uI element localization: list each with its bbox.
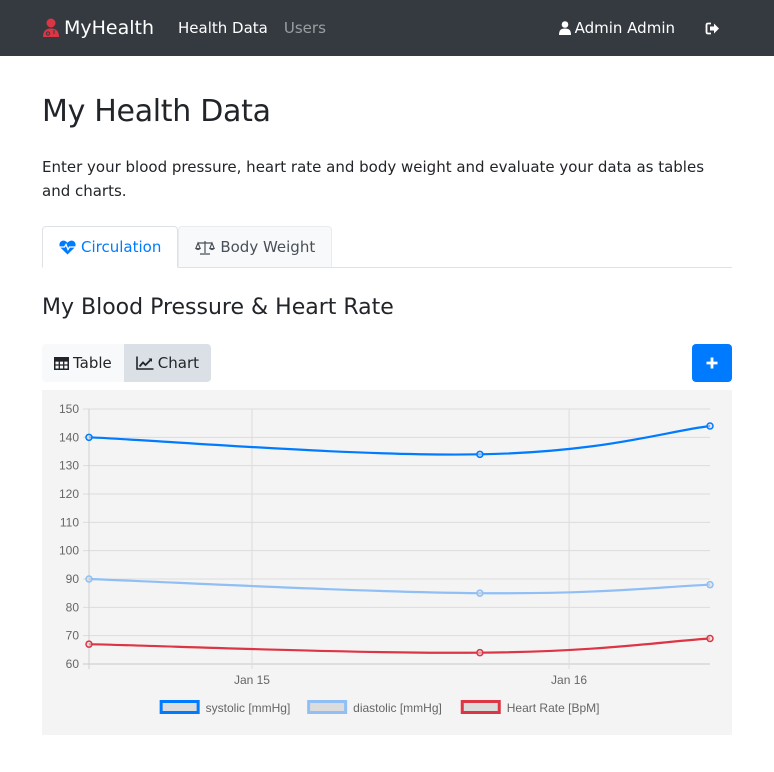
table-icon	[54, 356, 69, 370]
chart-view-label: Chart	[157, 354, 200, 372]
legend-item[interactable]: Heart Rate [BpM]	[460, 700, 600, 715]
y-tick-label: 110	[60, 515, 79, 529]
y-tick-label: 120	[59, 487, 79, 501]
x-tick-label: Jan 16	[551, 673, 587, 687]
line-chart: 60708090100110120130140150 Jan 15 Jan 16 …	[59, 402, 714, 715]
section-title: My Blood Pressure & Heart Rate	[42, 295, 394, 320]
data-point[interactable]	[85, 575, 93, 583]
balance-scale-icon	[195, 240, 216, 255]
y-tick-label: 100	[59, 544, 79, 558]
legend-swatch	[460, 700, 501, 714]
tab-circulation-label: Circulation	[81, 238, 162, 256]
table-view-button[interactable]: Table	[42, 344, 124, 382]
y-tick-label: 150	[59, 402, 79, 416]
navbar: MyHealth Health Data Users Admin Admin	[0, 0, 774, 56]
nav-health-data[interactable]: Health Data	[178, 19, 268, 37]
page-description: Enter your blood pressure, heart rate an…	[42, 158, 705, 200]
tab-circulation[interactable]: Circulation	[42, 226, 179, 268]
series-2	[85, 634, 714, 657]
user-menu[interactable]: Admin Admin	[558, 19, 675, 37]
user-name: Admin Admin	[574, 19, 675, 37]
data-point[interactable]	[706, 422, 714, 430]
brand-name: MyHealth	[64, 17, 155, 39]
user-doctor-icon	[43, 18, 59, 37]
sign-out-icon[interactable]	[705, 22, 720, 35]
legend-swatch	[307, 700, 348, 714]
tab-body-weight-label: Body Weight	[220, 238, 316, 256]
table-view-label: Table	[73, 354, 112, 372]
chart-toolbar: Table Chart	[42, 344, 732, 382]
y-tick-label: 60	[66, 657, 80, 671]
series-line	[88, 577, 711, 595]
tab-bar: Circulation Body Weight	[42, 226, 732, 268]
user-icon	[558, 21, 571, 35]
chart-container: 60 70 80 90 100 110 120 130 140 150 Jan 15 Jan 16 …	[42, 390, 732, 735]
main-content: My Health Data Enter your blood pressure…	[0, 94, 774, 735]
view-toggle-group: Table Chart	[42, 344, 212, 382]
data-point[interactable]	[85, 640, 93, 648]
series-line	[88, 424, 711, 456]
y-tick-label: 90	[66, 572, 80, 586]
series-line	[88, 637, 711, 654]
heartbeat-icon	[59, 240, 76, 254]
line-chart-icon	[135, 356, 154, 370]
nav-users[interactable]: Users	[284, 19, 326, 37]
data-point[interactable]	[706, 580, 714, 589]
data-point[interactable]	[85, 433, 93, 442]
data-point[interactable]	[706, 634, 714, 643]
data-point[interactable]	[476, 450, 484, 459]
legend-item[interactable]: systolic [mmHg]	[159, 700, 291, 715]
data-point[interactable]	[476, 648, 484, 657]
data-point[interactable]	[476, 589, 484, 597]
y-tick-label: 140	[59, 430, 79, 444]
legend-swatch	[159, 700, 200, 714]
series-0	[85, 422, 714, 459]
add-entry-button[interactable]	[692, 344, 732, 382]
page-title: My Health Data	[42, 94, 271, 129]
legend-label: diastolic [mmHg]	[353, 701, 442, 715]
legend-label: systolic [mmHg]	[206, 701, 291, 715]
legend-item[interactable]: diastolic [mmHg]	[307, 700, 442, 715]
y-tick-label: 130	[59, 459, 79, 473]
chart-view-button[interactable]: Chart	[123, 344, 212, 382]
legend-label: Heart Rate [BpM]	[507, 701, 600, 715]
y-tick-label: 70	[66, 629, 80, 643]
brand[interactable]: MyHealth	[42, 17, 154, 39]
y-tick-label: 80	[66, 600, 80, 614]
tab-body-weight[interactable]: Body Weight	[178, 226, 333, 268]
x-tick-label: Jan 15	[234, 673, 270, 687]
plus-icon	[706, 357, 718, 369]
